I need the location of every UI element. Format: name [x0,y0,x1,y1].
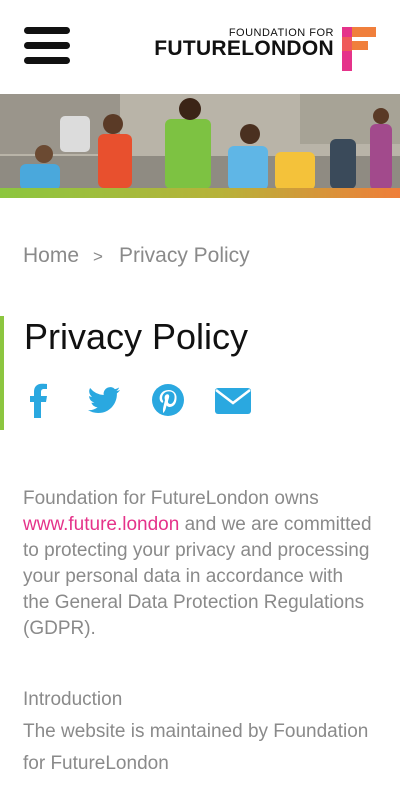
breadcrumb-home[interactable]: Home [23,244,79,267]
logo-mark-icon [342,27,376,71]
menu-bar [24,42,70,49]
pinterest-icon[interactable] [150,382,186,418]
hero-image [0,94,400,198]
facebook-icon[interactable] [22,382,58,418]
page-title: Privacy Policy [24,316,249,357]
intro-paragraph: Foundation for FutureLondon owns www.fut… [23,486,373,642]
share-links [22,382,251,418]
hero-photo [0,94,400,198]
intro-text-before: Foundation for FutureLondon owns [23,488,319,509]
menu-bar [24,57,70,64]
section-heading: Introduction [23,689,123,710]
breadcrumb-separator: > [93,247,103,266]
twitter-icon[interactable] [86,382,122,418]
hero-accent-strip [0,188,400,198]
menu-icon[interactable] [24,27,70,65]
section-text: The website is maintained by Foundation … [23,721,369,774]
page-title-block: Privacy Policy [0,316,400,430]
breadcrumb-current: Privacy Policy [118,244,250,267]
site-header: FOUNDATION FOR FUTURELONDON [0,0,400,94]
logo-title: FUTURELONDON [154,37,334,60]
privacy-content: Foundation for FutureLondon owns www.fut… [23,486,373,780]
site-link[interactable]: www.future.london [23,514,179,535]
site-logo[interactable]: FOUNDATION FOR FUTURELONDON [151,27,376,73]
email-icon[interactable] [214,382,251,418]
breadcrumb: Home > Privacy Policy [23,244,250,268]
menu-bar [24,27,70,34]
